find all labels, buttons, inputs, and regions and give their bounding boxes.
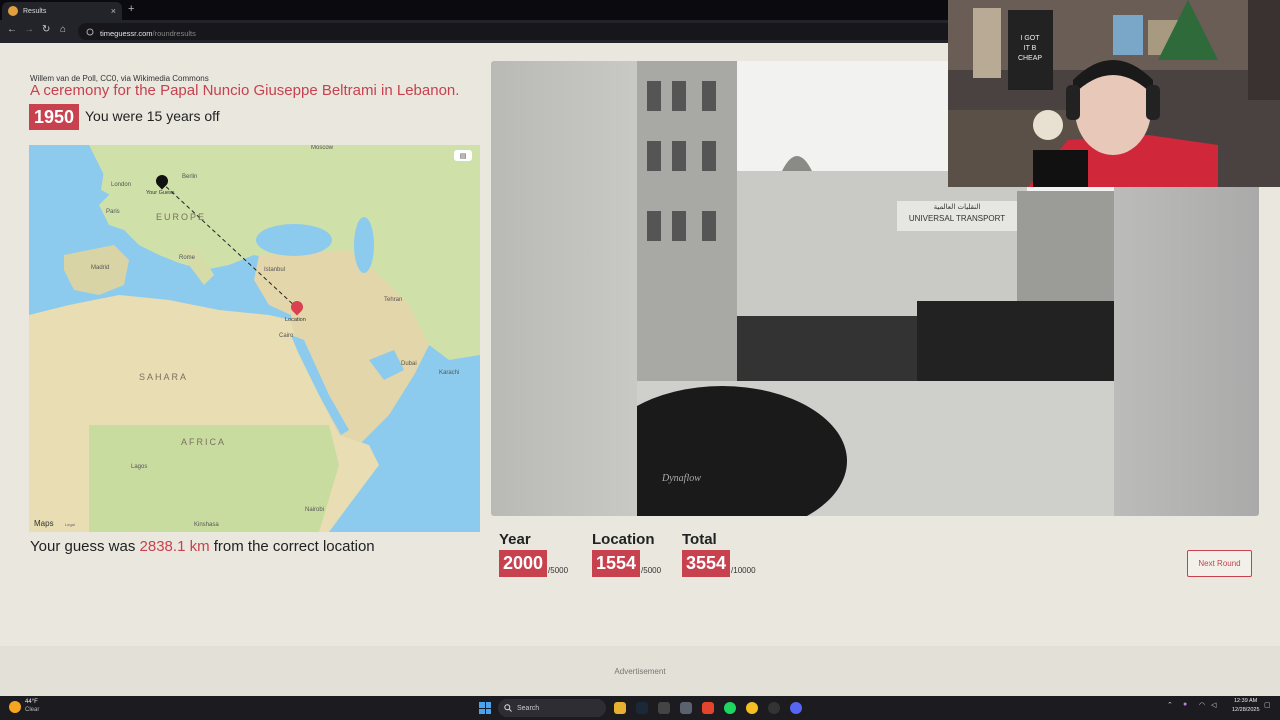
settings-icon[interactable] [680,702,692,714]
windows-taskbar: 44°F Clear Search ⌃ ● ◠ ◁ 12:39 AM 12/28… [0,696,1280,720]
obs-icon[interactable] [768,702,780,714]
map-label: Istanbul [264,267,286,273]
photo-description: A ceremony for the Papal Nuncio Giuseppe… [30,82,460,99]
close-tab-icon[interactable]: × [111,6,116,16]
location-score-value: 1554 [592,550,641,577]
site-favicon-icon [8,6,18,16]
result-map[interactable]: Moscow Berlin London Paris EUROPE Rome M… [29,145,480,532]
map-label: Berlin [182,174,198,180]
map-label: Tehran [384,297,403,303]
home-icon[interactable]: ⌂ [60,24,66,35]
years-off-text: You were 15 years off [85,108,220,124]
site-info-icon[interactable] [86,28,94,36]
map-label: Karachi [439,370,460,376]
map-label: EUROPE [156,212,207,222]
location-score-max: /5000 [641,566,662,575]
building-sign: UNIVERSAL TRANSPORT [909,214,1005,223]
streamer-webcam-image: I GOT IT B CHEAP [948,0,1280,187]
map-label: SAHARA [139,372,189,382]
weather-condition: Clear [25,707,40,713]
total-score-label: Total [682,531,717,548]
clock-date[interactable]: 12/28/2025 [1232,707,1260,713]
wifi-icon[interactable]: ◠ [1199,701,1205,709]
location-score: Location 1554 /5000 [592,531,661,577]
map-label: Kinshasa [194,522,219,528]
ad-banner: Advertisement [0,646,1280,696]
weather-temperature: 44°F [25,699,38,705]
map-label: Madrid [91,265,110,271]
year-score-max: /5000 [548,566,569,575]
shirt-text-2: IT B [1024,45,1037,52]
year-score: Year 2000 /5000 [499,531,568,577]
tray-chevron-icon[interactable]: ⌃ [1167,701,1173,709]
map-label: Dubai [401,361,417,367]
map-layers-icon[interactable]: ▤ [454,150,472,161]
steam-icon[interactable] [636,702,648,714]
search-icon [504,704,512,712]
year-score-label: Year [499,531,531,548]
total-score: Total 3554 /10000 [682,531,756,577]
new-tab-button[interactable]: + [128,3,134,15]
clock-time[interactable]: 12:39 AM [1234,698,1257,704]
forward-icon[interactable]: → [24,24,34,35]
building-sign-arabic: النقليات العالمية [934,203,981,211]
url-path: /roundresults [152,28,196,38]
distance-value: 2838.1 km [139,538,210,555]
webcam-overlay: I GOT IT B CHEAP [948,0,1280,187]
car-badge: Dynaflow [661,473,701,484]
map-label: Lagos [131,464,148,470]
total-score-max: /10000 [731,566,756,575]
map-label: Cairo [279,333,294,339]
capcut-icon[interactable] [658,702,670,714]
map-terrain [29,145,480,532]
volume-icon[interactable]: ◁ [1211,701,1216,709]
spotify-icon[interactable] [724,702,736,714]
map-legal-link[interactable]: Legal [65,522,75,527]
brave-icon[interactable] [702,702,714,714]
location-score-label: Location [592,531,655,548]
next-round-button[interactable]: Next Round [1187,550,1252,577]
year-score-value: 2000 [499,550,548,577]
total-score-value: 3554 [682,550,731,577]
search-label: Search [517,704,540,712]
map-label: AFRICA [181,437,227,447]
chrome-icon[interactable] [746,702,758,714]
ad-label: Advertisement [614,667,666,676]
map-label: Nairobi [305,507,325,513]
map-label: London [111,182,132,188]
map-label: Moscow [311,145,334,151]
guess-pin-label: Your Guess [146,190,175,196]
apple-maps-logo: Maps [34,519,54,528]
windows-start-icon[interactable] [479,702,491,714]
reload-icon[interactable]: ↻ [42,24,50,35]
shirt-text-1: I GOT [1020,35,1040,42]
location-pin-label: Location [285,317,306,323]
tab-title: Results [23,7,47,15]
discord-icon[interactable] [790,702,802,714]
weather-moon-icon[interactable] [9,701,21,713]
notifications-icon[interactable]: ▢ [1264,701,1271,709]
taskbar-search[interactable]: Search [498,699,606,717]
map-label: Paris [106,209,120,215]
correct-year-badge: 1950 [29,104,79,130]
browser-tab[interactable]: Results × [2,2,122,20]
back-icon[interactable]: ← [7,24,17,35]
url-host: timeguessr.com [100,28,153,38]
microphone-icon[interactable]: ● [1183,701,1187,708]
shirt-text-3: CHEAP [1018,55,1042,62]
distance-suffix: from the correct location [213,538,375,555]
map-label: Rome [179,255,196,261]
distance-prefix: Your guess was [30,538,136,555]
distance-summary: Your guess was 2838.1 km from the correc… [30,538,375,555]
address-bar[interactable]: timeguessr.com/roundresults [78,23,958,40]
file-explorer-icon[interactable] [614,702,626,714]
